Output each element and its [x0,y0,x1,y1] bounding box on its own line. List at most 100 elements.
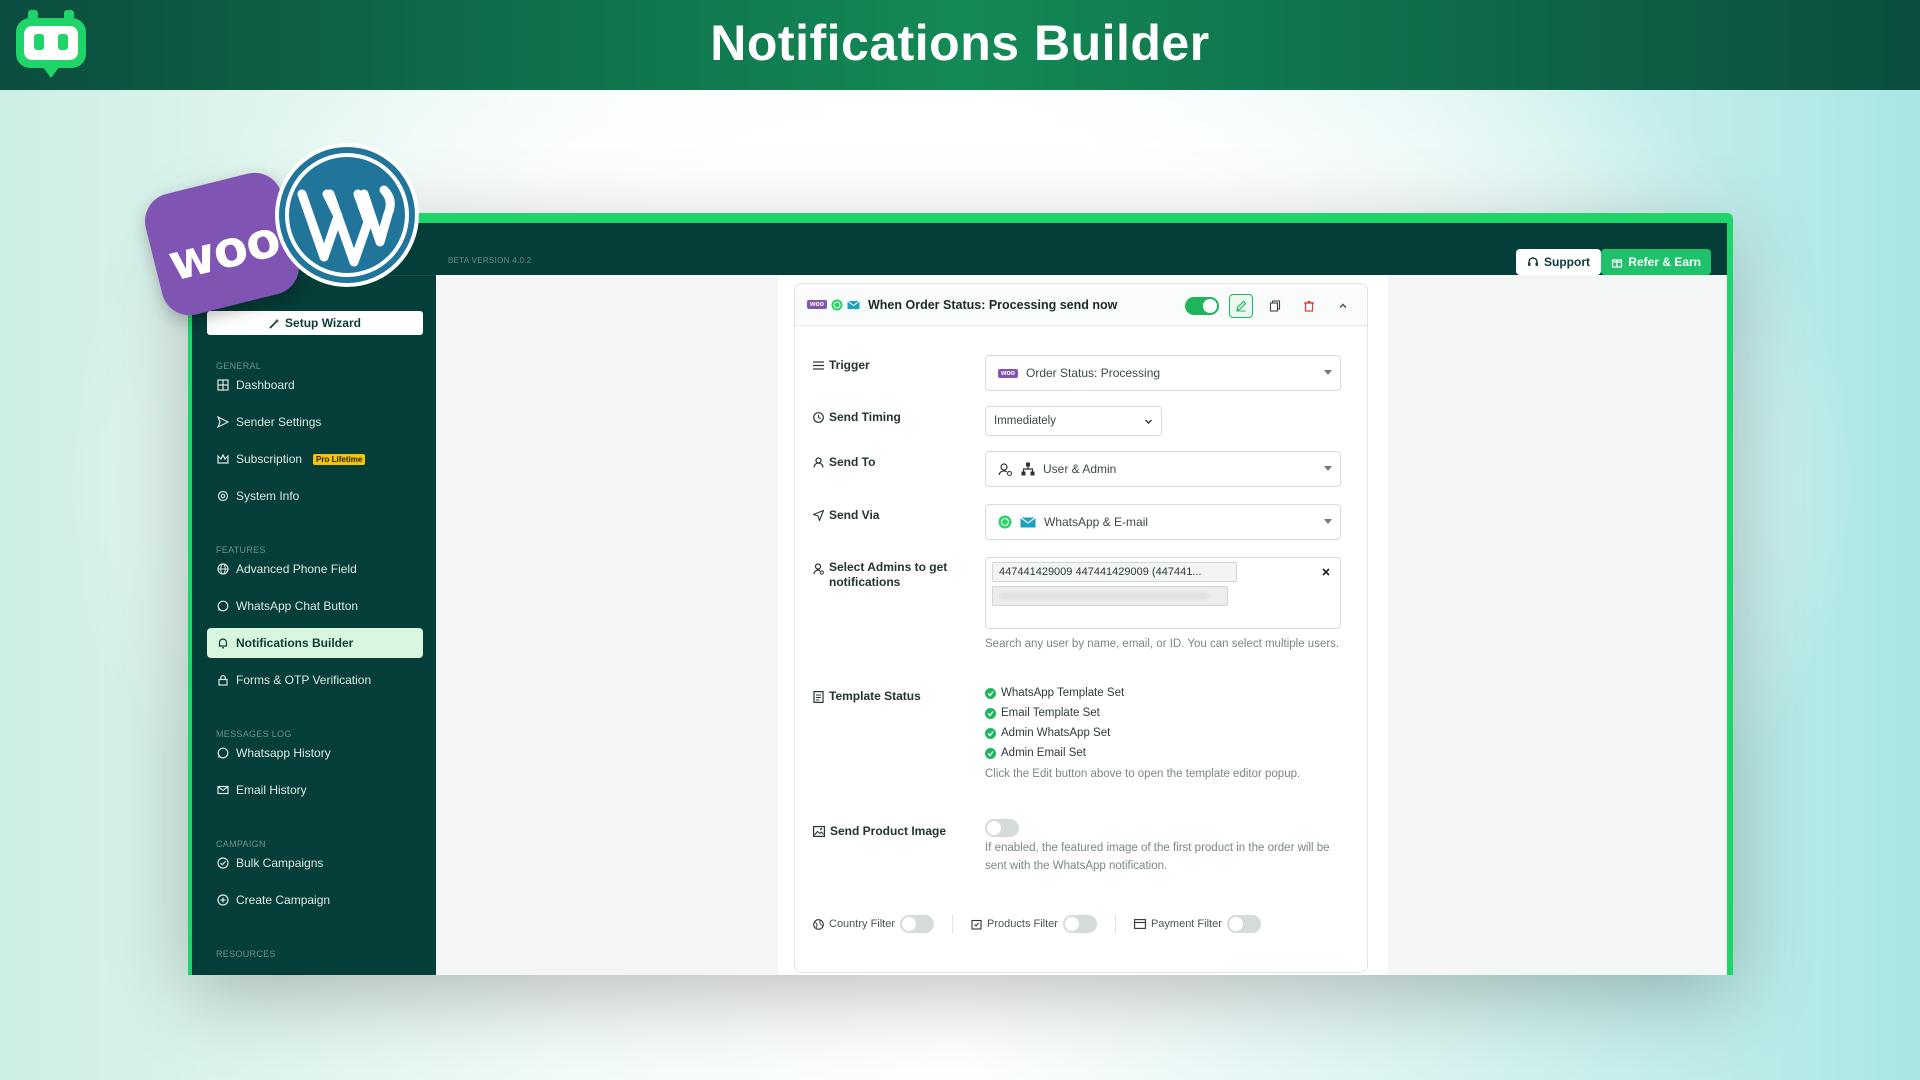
send-timing-label: Send Timing [813,410,963,425]
send-product-image-toggle[interactable] [985,819,1019,837]
chevron-down-icon [1145,419,1152,424]
sidebar-item-label: Sender Settings [236,415,322,429]
divider [1114,914,1116,934]
collapse-button[interactable] [1331,294,1355,318]
check-icon [985,687,996,699]
check-icon [985,707,996,719]
sidebar-item-notifications-builder[interactable]: Notifications Builder [207,628,423,658]
check-icon [985,747,996,759]
support-label: Support [1544,255,1590,269]
woo-badge-icon: woo [807,300,827,309]
sidebar-item-dashboard[interactable]: Dashboard [207,370,423,400]
pencil-icon [1236,300,1247,312]
copy-icon [1269,300,1281,312]
clear-icon[interactable] [1322,568,1330,576]
list-icon [813,361,824,370]
whatsapp-icon [217,747,229,759]
support-button[interactable]: Support [1516,249,1601,275]
sidebar-item-forms-otp[interactable]: Forms & OTP Verification [207,665,423,695]
duplicate-button[interactable] [1263,294,1287,318]
card-title: When Order Status: Processing send now [868,297,1118,312]
whatsapp-icon [998,515,1012,529]
template-help-text: Click the Edit button above to open the … [985,768,1301,780]
sidebar-item-label: Notifications Builder [236,636,354,650]
card-header[interactable]: woo When Order Status: Processing send n… [795,284,1367,326]
sidebar-item-bulk-campaigns[interactable]: Bulk Campaigns [207,848,423,878]
admin-chip-redacted[interactable] [992,586,1228,606]
credit-card-icon [1134,919,1146,929]
document-icon [813,691,824,703]
caret-down-icon [1324,466,1332,471]
whatsapp-icon [831,299,843,310]
trigger-label: Trigger [813,358,963,373]
sidebar-item-subscription[interactable]: Subscription Pro Lifetime [207,444,423,474]
wand-icon [269,318,280,329]
template-status-item: Admin WhatsApp Set [985,727,1110,739]
sidebar-item-label: Forms & OTP Verification [236,673,372,687]
rule-enabled-toggle[interactable] [1185,297,1219,315]
sidebar-item-whatsapp-chat-button[interactable]: WhatsApp Chat Button [207,591,423,621]
sidebar-item-label: Advanced Phone Field [236,562,357,576]
admins-help-text: Search any user by name, email, or ID. Y… [985,638,1340,650]
notification-rule-card: woo When Order Status: Processing send n… [794,283,1368,973]
timing-value: Immediately [994,415,1056,427]
gear-icon [217,490,229,502]
admin-chip[interactable]: 447441429009 447441429009 (447441... [992,562,1237,582]
mail-icon [217,785,229,795]
paper-plane-icon [813,510,824,521]
sidebar-item-whatsapp-history[interactable]: Whatsapp History [207,738,423,768]
user-settings-icon [998,462,1013,476]
sidebar-item-label: Create Campaign [236,893,331,907]
template-status-item: WhatsApp Template Set [985,687,1124,699]
content-panel: woo When Order Status: Processing send n… [778,275,1388,975]
sidebar-item-create-campaign[interactable]: Create Campaign [207,885,423,915]
payment-filter-label: Payment Filter [1150,918,1222,930]
send-icon [217,416,229,428]
sidebar-item-label: Whatsapp History [236,746,331,760]
user-icon [813,457,824,468]
grid-icon [217,379,229,391]
products-filter-toggle[interactable] [1062,915,1097,933]
products-filter-label: Products Filter [987,918,1058,930]
send-to-select[interactable]: User & Admin [985,451,1341,487]
template-status-label: Template Status [813,689,963,704]
sidebar-item-label: WhatsApp Chat Button [236,599,359,613]
divider [952,914,954,934]
setup-wizard-button[interactable]: Setup Wizard [207,311,423,335]
country-filter-label: Country Filter [829,918,896,930]
edit-button[interactable] [1229,294,1253,318]
plus-circle-icon [217,894,229,906]
hierarchy-icon [1021,462,1035,476]
send-via-select[interactable]: WhatsApp & E-mail [985,504,1341,540]
window-topbar: BETA VERSION 4.0.2 Support Refer & Earn [192,223,1727,275]
globe-icon [813,918,824,930]
send-to-label: Send To [813,455,963,470]
product-image-help-text: If enabled, the featured image of the fi… [985,842,1330,872]
wordpress-logo-icon [275,143,419,287]
delete-button[interactable] [1297,294,1321,318]
app-window: BETA VERSION 4.0.2 Support Refer & Earn … [188,213,1733,975]
trigger-value: Order Status: Processing [1026,366,1161,380]
trash-icon [1304,301,1314,312]
refer-earn-button[interactable]: Refer & Earn [1601,249,1711,275]
beta-version-label: BETA VERSION 4.0.2 [448,256,532,265]
payment-filter-toggle[interactable] [1226,915,1261,933]
send-via-value: WhatsApp & E-mail [1044,515,1149,529]
send-to-value: User & Admin [1043,462,1117,476]
sidebar-item-system-info[interactable]: System Info [207,481,423,511]
sidebar-item-sender-settings[interactable]: Sender Settings [207,407,423,437]
trigger-select[interactable]: woo Order Status: Processing [985,355,1341,391]
bell-icon [218,638,228,649]
caret-down-icon [1324,519,1332,524]
sidebar: Setup Wizard GENERAL Dashboard Sender Se… [192,275,436,975]
sidebar-item-email-history[interactable]: Email History [207,775,423,805]
headset-icon [1528,257,1538,266]
lock-icon [218,675,228,686]
send-timing-select[interactable]: Immediately [985,406,1162,436]
admins-multiselect[interactable]: 447441429009 447441429009 (447441... [985,557,1341,629]
country-filter: Country Filter [813,915,935,933]
whatsapp-icon [217,600,229,612]
sidebar-item-advanced-phone-field[interactable]: Advanced Phone Field [207,554,423,584]
sidebar-item-label: System Info [236,489,300,503]
country-filter-toggle[interactable] [900,915,935,933]
